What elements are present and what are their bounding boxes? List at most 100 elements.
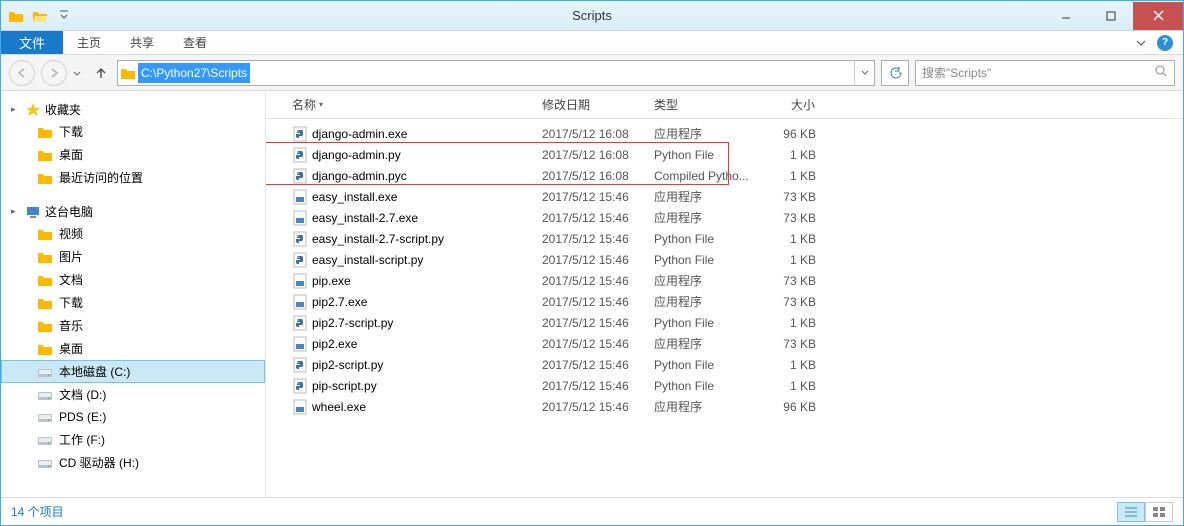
address-bar-row: C:\Python27\Scripts 搜索"Scripts": [1, 55, 1183, 91]
nav-thispc-header[interactable]: ▸ 这台电脑: [1, 201, 265, 222]
nav-item[interactable]: 下载: [1, 120, 265, 143]
file-icon: [292, 378, 308, 394]
file-icon: [292, 273, 308, 289]
content-area: ▸ 收藏夹 下载桌面最近访问的位置 ▸ 这台电脑 视频图片文档下载音乐桌面本地磁…: [1, 91, 1183, 497]
view-icons-button[interactable]: [1145, 502, 1173, 522]
minimize-button[interactable]: [1043, 2, 1088, 30]
folder-icon: [37, 170, 53, 186]
nav-item[interactable]: CD 驱动器 (H:): [1, 451, 265, 474]
forward-button[interactable]: [41, 60, 67, 86]
recent-dropdown[interactable]: [73, 66, 85, 80]
nav-item[interactable]: 音乐: [1, 314, 265, 337]
qat-open-icon[interactable]: [29, 5, 51, 27]
file-row[interactable]: pip.exe2017/5/12 15:46应用程序73 KB: [266, 270, 1183, 291]
file-row[interactable]: django-admin.pyc2017/5/12 16:08Compiled …: [266, 165, 1183, 186]
chevron-down-icon: ▸: [11, 104, 21, 115]
drive-icon: [37, 318, 53, 334]
ribbon-tab-home[interactable]: 主页: [63, 31, 116, 54]
folder-icon: [37, 124, 53, 140]
file-row[interactable]: easy_install.exe2017/5/12 15:46应用程序73 KB: [266, 186, 1183, 207]
maximize-button[interactable]: [1088, 2, 1133, 30]
drive-icon: [37, 295, 53, 311]
nav-item[interactable]: 桌面: [1, 337, 265, 360]
nav-item[interactable]: 桌面: [1, 143, 265, 166]
view-details-button[interactable]: [1117, 502, 1145, 522]
file-row[interactable]: pip2-script.py2017/5/12 15:46Python File…: [266, 354, 1183, 375]
file-row[interactable]: pip-script.py2017/5/12 15:46Python File1…: [266, 375, 1183, 396]
column-header-size[interactable]: 大小: [762, 96, 824, 113]
file-row[interactable]: wheel.exe2017/5/12 15:46应用程序96 KB: [266, 396, 1183, 417]
address-path[interactable]: C:\Python27\Scripts: [138, 63, 250, 83]
nav-item[interactable]: 最近访问的位置: [1, 166, 265, 189]
search-input[interactable]: 搜索"Scripts": [915, 60, 1175, 86]
refresh-button[interactable]: [881, 60, 909, 86]
address-folder-icon: [118, 66, 138, 80]
nav-favorites-header[interactable]: ▸ 收藏夹: [1, 99, 265, 120]
file-list[interactable]: django-admin.exe2017/5/12 16:08应用程序96 KB…: [266, 119, 1183, 497]
nav-item[interactable]: 图片: [1, 245, 265, 268]
file-row[interactable]: django-admin.py2017/5/12 16:08Python Fil…: [266, 144, 1183, 165]
nav-item[interactable]: PDS (E:): [1, 406, 265, 428]
drive-icon: [37, 226, 53, 242]
file-list-pane: 名称▾ 修改日期 类型 大小 django-admin.exe2017/5/12…: [266, 91, 1183, 497]
drive-icon: [37, 364, 53, 380]
titlebar: Scripts: [1, 1, 1183, 31]
file-icon: [292, 336, 308, 352]
file-row[interactable]: django-admin.exe2017/5/12 16:08应用程序96 KB: [266, 123, 1183, 144]
column-header-type[interactable]: 类型: [646, 96, 762, 113]
statusbar: 14 个项目: [1, 497, 1183, 525]
qat-chevron-icon[interactable]: [53, 5, 75, 27]
drive-icon: [37, 341, 53, 357]
computer-icon: [25, 204, 41, 220]
back-button[interactable]: [9, 60, 35, 86]
address-bar[interactable]: C:\Python27\Scripts: [117, 60, 875, 86]
chevron-down-icon: ▸: [11, 206, 21, 217]
file-row[interactable]: pip2.7.exe2017/5/12 15:46应用程序73 KB: [266, 291, 1183, 312]
search-icon: [1154, 64, 1168, 81]
drive-icon: [37, 249, 53, 265]
nav-item[interactable]: 本地磁盘 (C:): [1, 360, 265, 383]
column-header-date[interactable]: 修改日期: [534, 96, 646, 113]
file-row[interactable]: pip2.exe2017/5/12 15:46应用程序73 KB: [266, 333, 1183, 354]
drive-icon: [37, 272, 53, 288]
nav-thispc-label: 这台电脑: [45, 203, 93, 220]
file-icon: [292, 210, 308, 226]
up-button[interactable]: [91, 63, 111, 83]
address-dropdown[interactable]: [854, 61, 874, 85]
drive-icon: [37, 455, 53, 471]
navigation-pane[interactable]: ▸ 收藏夹 下载桌面最近访问的位置 ▸ 这台电脑 视频图片文档下载音乐桌面本地磁…: [1, 91, 266, 497]
star-icon: [25, 102, 41, 118]
nav-item[interactable]: 文档 (D:): [1, 383, 265, 406]
status-item-count: 14 个项目: [11, 503, 64, 520]
file-icon: [292, 252, 308, 268]
ribbon-file-tab[interactable]: 文件: [1, 31, 63, 54]
column-header-name[interactable]: 名称▾: [284, 96, 534, 113]
file-row[interactable]: easy_install-2.7-script.py2017/5/12 15:4…: [266, 228, 1183, 249]
drive-icon: [37, 387, 53, 403]
file-icon: [292, 126, 308, 142]
file-row[interactable]: pip2.7-script.py2017/5/12 15:46Python Fi…: [266, 312, 1183, 333]
nav-item[interactable]: 下载: [1, 291, 265, 314]
ribbon-tab-share[interactable]: 共享: [116, 31, 169, 54]
file-icon: [292, 168, 308, 184]
ribbon-tab-view[interactable]: 查看: [169, 31, 222, 54]
nav-item[interactable]: 工作 (F:): [1, 428, 265, 451]
column-headers: 名称▾ 修改日期 类型 大小: [266, 91, 1183, 119]
window-title: Scripts: [572, 8, 612, 23]
file-icon: [292, 147, 308, 163]
help-icon[interactable]: ?: [1157, 35, 1173, 51]
ribbon-expand-icon[interactable]: [1133, 35, 1149, 51]
file-row[interactable]: easy_install-script.py2017/5/12 15:46Pyt…: [266, 249, 1183, 270]
file-icon: [292, 357, 308, 373]
nav-item[interactable]: 文档: [1, 268, 265, 291]
folder-icon: [37, 147, 53, 163]
ribbon-tabs: 文件 主页 共享 查看 ?: [1, 31, 1183, 55]
system-menu-icon[interactable]: [5, 5, 27, 27]
nav-item[interactable]: 视频: [1, 222, 265, 245]
drive-icon: [37, 409, 53, 425]
file-row[interactable]: easy_install-2.7.exe2017/5/12 15:46应用程序7…: [266, 207, 1183, 228]
file-icon: [292, 189, 308, 205]
search-placeholder: 搜索"Scripts": [922, 64, 991, 81]
close-button[interactable]: [1133, 2, 1183, 30]
window-controls: [1043, 2, 1183, 30]
